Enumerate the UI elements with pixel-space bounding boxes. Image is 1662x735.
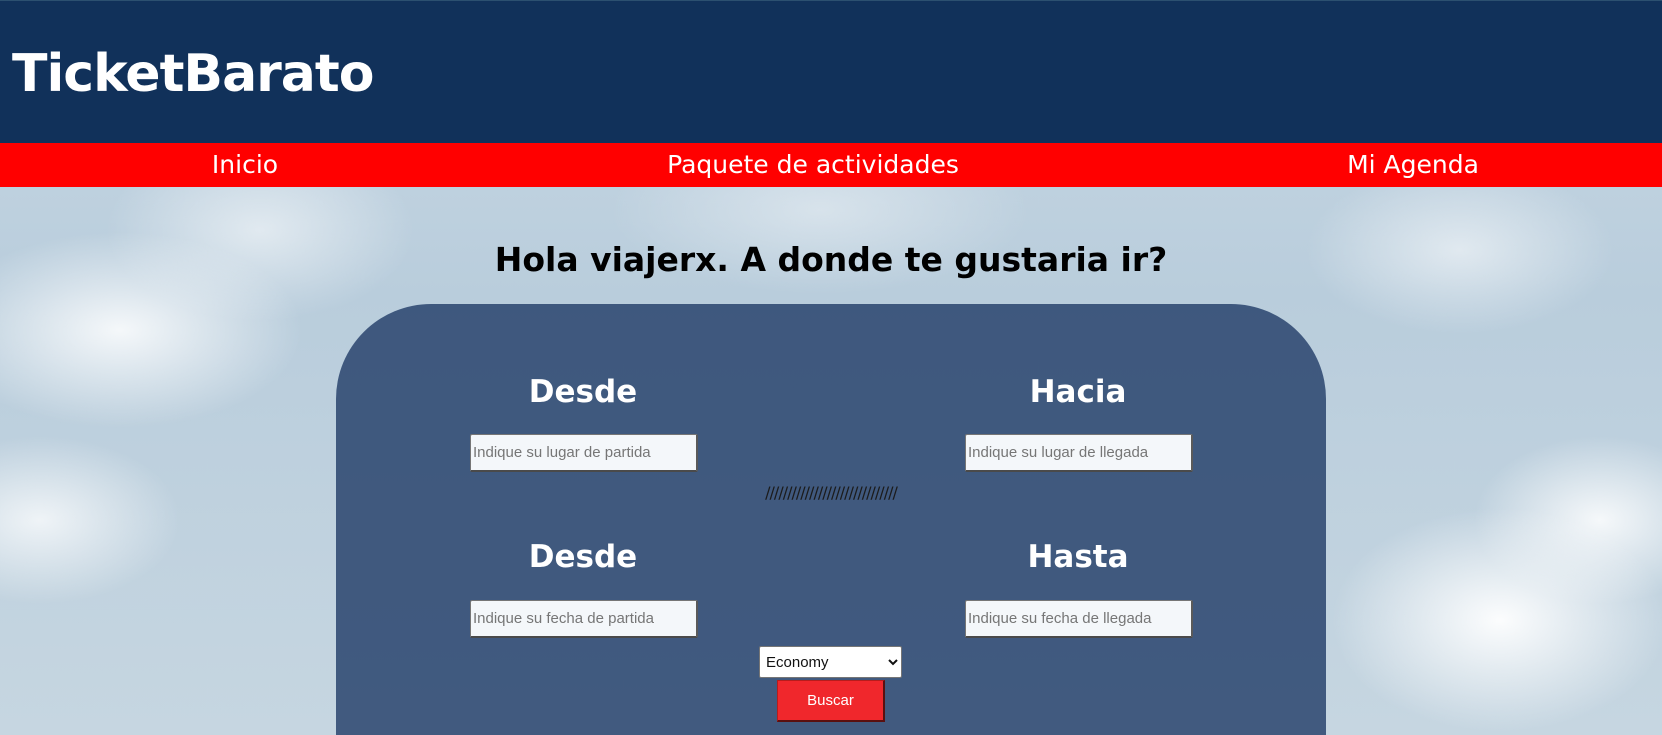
start-date-label: Desde [528,539,638,575]
site-header: TicketBarato [0,0,1662,143]
nav-item-paquete-actividades[interactable]: Paquete de actividades [667,143,959,187]
origin-label: Desde [528,374,638,410]
form-divider: ////////////////////////////// [765,483,898,502]
start-date-input[interactable] [470,600,698,638]
main-nav: Inicio Paquete de actividades Mi Agenda [0,143,1662,187]
nav-item-mi-agenda[interactable]: Mi Agenda [1347,143,1479,187]
end-date-label: Hasta [1027,539,1129,575]
page-greeting: Hola viajerx. A donde te gustaria ir? [494,240,1168,279]
origin-input[interactable] [470,434,698,472]
nav-item-inicio[interactable]: Inicio [212,143,278,187]
site-logo[interactable]: TicketBarato [12,41,374,107]
destination-label: Hacia [1029,374,1127,410]
destination-input[interactable] [965,434,1193,472]
end-date-input[interactable] [965,600,1193,638]
search-button[interactable]: Buscar [777,680,885,722]
travel-class-select[interactable]: Economy [759,646,902,678]
